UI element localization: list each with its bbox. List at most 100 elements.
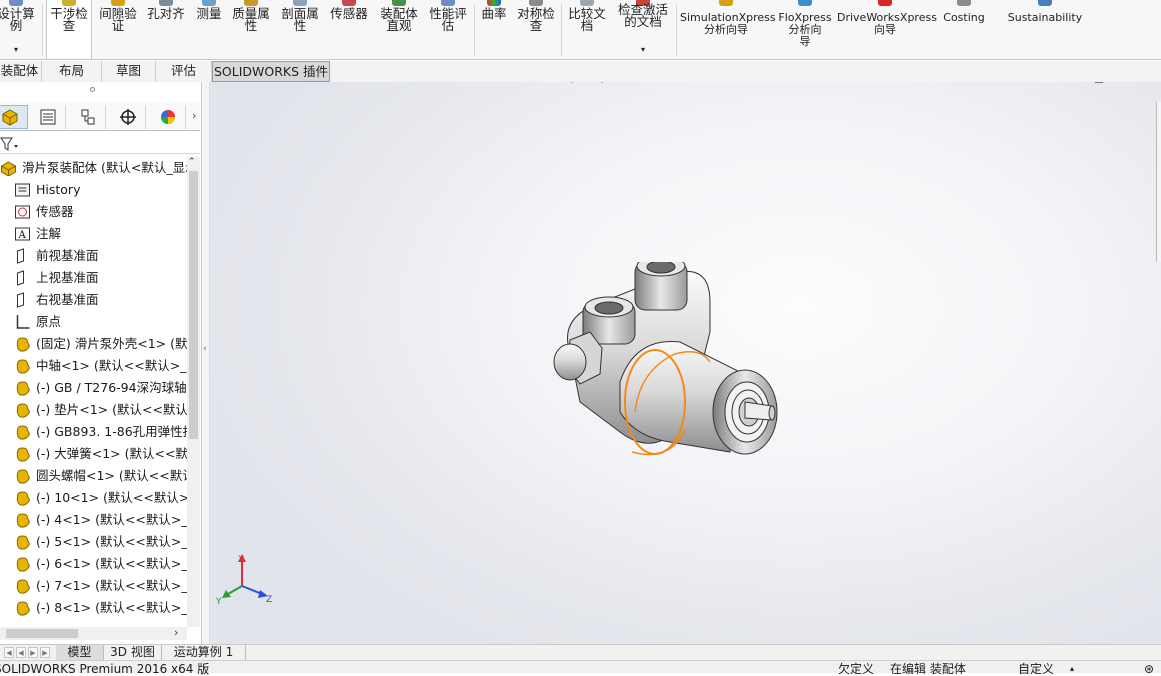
tree-item-label: (-) 8<1> (默认<<默认>_显 [36,600,188,615]
compare-documents-button[interactable]: 比较文 档 [564,0,610,60]
origin-icon [16,315,30,329]
costing-button[interactable]: Costing [938,0,990,60]
mass-properties-button[interactable]: 质量属 性 [229,0,273,60]
minimize-icon[interactable] [1093,82,1105,84]
hide-show-icon[interactable] [722,82,742,84]
sensor-button[interactable]: 传感器 [326,0,372,60]
tree-item[interactable]: (-) 垫片<1> (默认<<默认> [0,399,188,421]
tree-item[interactable]: 右视基准面 [0,289,188,311]
tree-item-label: 传感器 [36,204,74,219]
tab-sketch[interactable]: 草图 [102,61,156,82]
tree-item[interactable]: (-) 4<1> (默认<<默认>_显 [0,509,188,531]
tree-item[interactable]: (-) GB / T276-94深沟球轴承 [0,377,188,399]
tree-item[interactable]: 传感器 [0,201,188,223]
apply-scene-icon[interactable] [788,82,808,84]
tree-item[interactable]: (-) 8<1> (默认<<默认>_显 [0,597,188,619]
tree-item[interactable]: 中轴<1> (默认<<默认>_显 [0,355,188,377]
configuration-manager-tab[interactable] [70,105,106,129]
section-properties-button[interactable]: 剖面属 性 [277,0,323,60]
tree-item-label: 右视基准面 [36,292,99,307]
check-active-document-button[interactable]: 检查激活 的文档 ▾ [612,0,674,60]
tree-item[interactable]: 前视基准面 [0,245,188,267]
tree-item[interactable]: (-) 10<1> (默认<<默认>_显 [0,487,188,509]
tab-model[interactable]: 模型 [56,645,104,661]
graphics-area[interactable]: ▾ ▾ ▾ ▾ ▾ [210,82,1161,644]
tree-horizontal-scroll-thumb[interactable] [6,629,78,638]
tab-layout[interactable]: 布局 [42,61,102,82]
tree-item[interactable]: (-) 7<1> (默认<<默认>_显 [0,575,188,597]
scroll-up-icon[interactable]: ⌃ [188,157,196,167]
tab-last-icon[interactable]: ▶ [40,647,50,658]
tree-item[interactable]: History [0,179,188,201]
tab-first-icon[interactable]: ◀ [4,647,14,658]
panel-splitter[interactable]: ‹ [202,82,210,644]
part-icon [16,337,31,352]
view-settings-icon[interactable] [828,82,848,84]
tab-3d-view[interactable]: 3D 视图 [104,645,162,661]
status-units-dropdown-icon[interactable]: ▴ [1070,663,1074,675]
tree-item[interactable]: (-) GB893. 1-86孔用弹性挡 [0,421,188,443]
tree-item[interactable]: (-) 大弹簧<1> (默认<<默认 [0,443,188,465]
tree-root-assembly[interactable]: 滑片泵装配体 (默认<默认_显示 [0,157,188,179]
tree-item[interactable]: (固定) 滑片泵外壳<1> (默认 [0,333,188,355]
tree-item[interactable]: (-) 5<1> (默认<<默认>_显 [0,531,188,553]
tree-item-label: (-) 7<1> (默认<<默认>_显 [36,578,188,593]
tree-vertical-scrollbar[interactable]: ⌃ [187,157,200,627]
tree-item[interactable]: (-) 6<1> (默认<<默认>_显 [0,553,188,575]
driveworksxpress-button[interactable]: DriveWorksXpress 向导 [837,0,937,60]
dimxpert-manager-tab[interactable] [110,105,146,129]
tab-next-icon[interactable]: ▶ [28,647,38,658]
tree-item[interactable]: A 注解 [0,223,188,245]
sustainability-button[interactable]: Sustainability [1004,0,1086,60]
section-view-icon[interactable] [592,82,612,84]
zoom-to-area-icon[interactable] [540,82,560,84]
clearance-verification-button[interactable]: 间隙验 证 [95,0,141,60]
assembly-visualization-button[interactable]: 装配体 直观 [376,0,422,60]
feature-manager-tab[interactable] [0,105,28,129]
scroll-right-icon[interactable]: › [174,626,178,639]
interference-detection-button[interactable]: 干涉检 查 [46,0,92,60]
panel-more-icon[interactable]: › [192,109,196,122]
property-manager-tab[interactable] [30,105,66,129]
simulationxpress-button[interactable]: SimulationXpress 分析向导 [680,0,776,60]
collapse-panel-icon[interactable]: ‹ [203,344,207,354]
status-units[interactable]: 自定义 [1018,663,1054,675]
feature-manager-icon [2,109,18,126]
status-help-icon[interactable]: ⊛ [1144,663,1154,675]
performance-evaluation-button[interactable]: 性能评 估 [425,0,471,60]
plane-icon [17,292,24,308]
tree-item-label: (-) 4<1> (默认<<默认>_显 [36,512,188,527]
tab-motion-study[interactable]: 运动算例 1 [162,645,246,661]
hole-alignment-button[interactable]: 孔对齐 [143,0,189,60]
filter-icon [0,137,18,151]
tree-vertical-scroll-thumb[interactable] [189,171,198,439]
dimxpert-icon [119,109,136,125]
symmetry-check-button[interactable]: 对称检 查 [513,0,559,60]
status-editing: 在编辑 装配体 [890,662,966,676]
design-study-button[interactable]: 设计算 例 ▾ [0,0,38,60]
dynamic-annotation-icon[interactable] [618,82,638,84]
tab-prev-icon[interactable]: ◀ [16,647,26,658]
tree-horizontal-scrollbar[interactable]: › [0,626,187,640]
triad-y-label: Y [215,597,222,606]
measure-button[interactable]: 测量 [191,0,227,60]
display-style-icon[interactable] [682,82,702,84]
tree-item[interactable]: 上视基准面 [0,267,188,289]
zoom-to-fit-icon[interactable] [514,82,534,84]
tab-evaluate[interactable]: 评估 [156,61,212,82]
tree-item[interactable]: 圆头螺帽<1> (默认<<默认 [0,465,188,487]
tree-filter[interactable] [0,134,200,154]
display-manager-tab[interactable] [150,105,186,129]
panel-grip[interactable] [90,87,95,92]
curvature-button[interactable]: 曲率 [477,0,511,60]
sensor-icon [15,205,30,219]
previous-view-icon[interactable] [566,82,586,84]
tab-solidworks-addins[interactable]: SOLIDWORKS 插件 [212,61,330,82]
edit-appearance-icon[interactable] [762,82,782,84]
tree-item[interactable]: 原点 [0,311,188,333]
tab-assembly[interactable]: 装配体 [0,61,42,82]
floxpress-button[interactable]: FloXpress 分析向 导 [777,0,833,60]
vane-pump-model[interactable] [540,262,780,482]
view-orientation-icon[interactable] [644,82,664,84]
task-pane-strip[interactable] [1156,102,1161,262]
